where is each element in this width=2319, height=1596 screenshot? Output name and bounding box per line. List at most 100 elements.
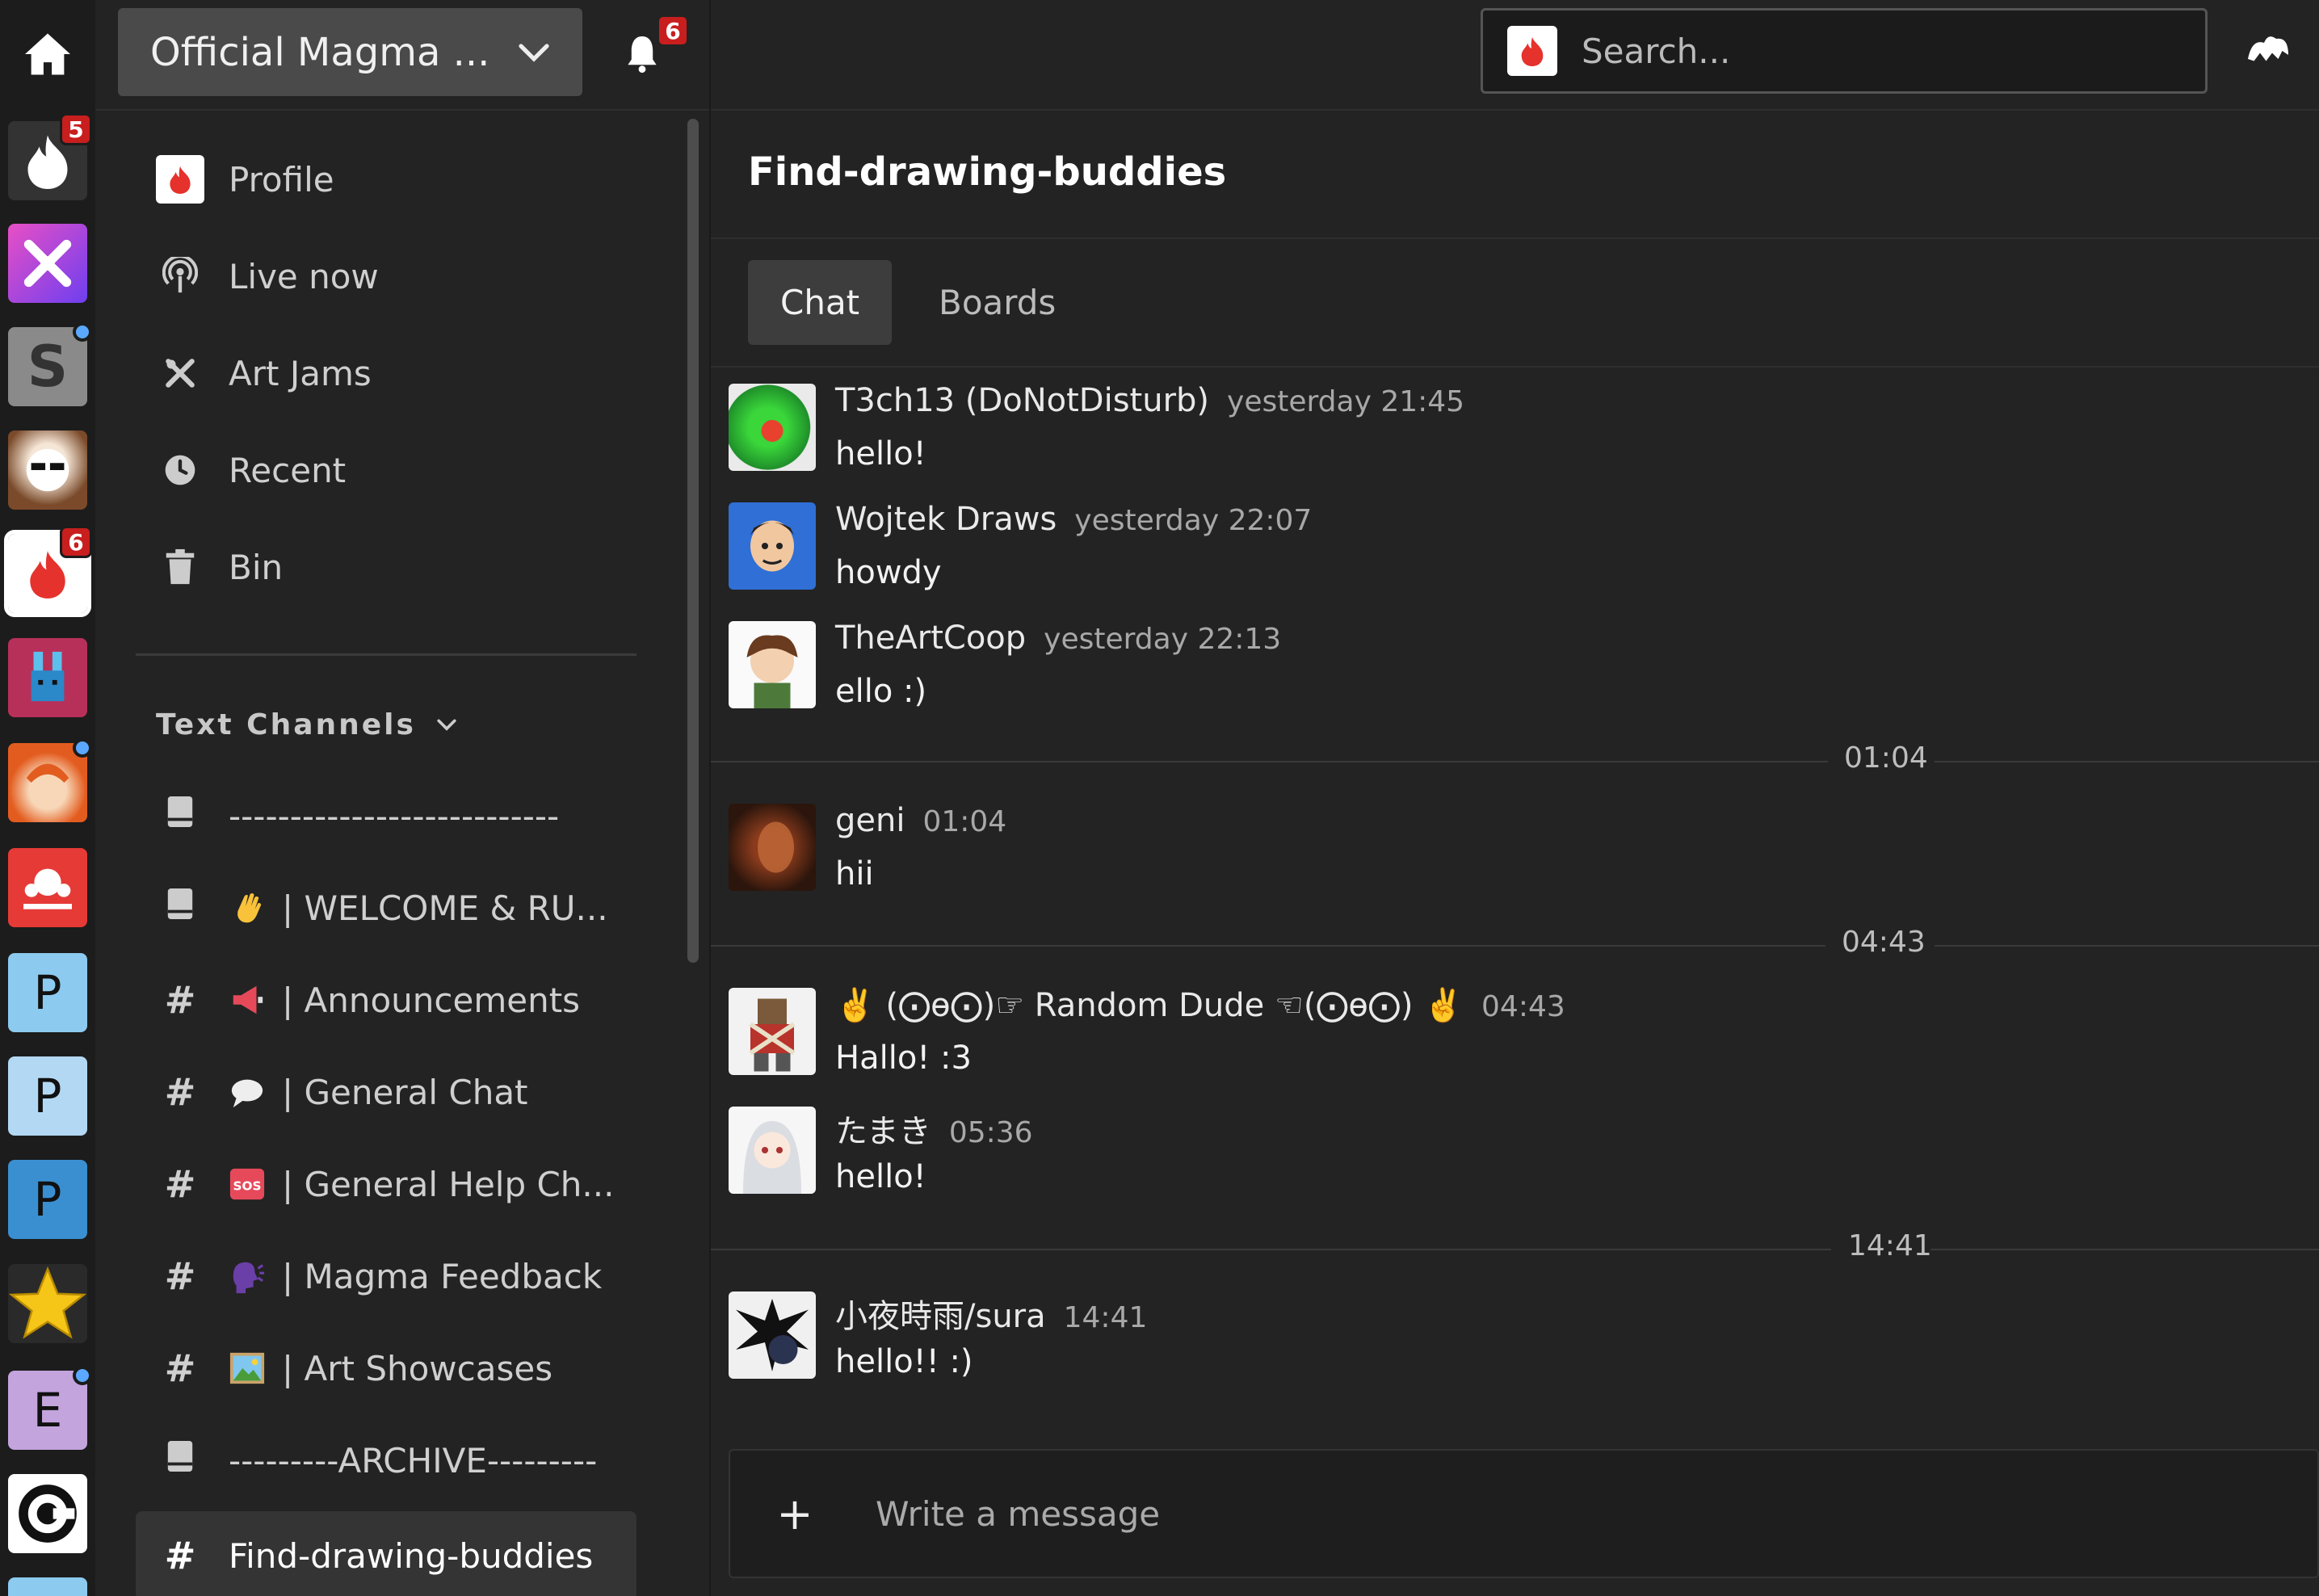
message-author[interactable]: Wojtek Draws [835, 501, 1057, 538]
profile-menu-button[interactable] [2244, 24, 2300, 81]
avatar[interactable] [729, 1107, 816, 1194]
unread-badge: 6 [60, 526, 92, 558]
message-input[interactable] [876, 1493, 2168, 1534]
avatar[interactable] [729, 1292, 816, 1379]
message-text: howdy [835, 554, 942, 591]
server-avatar[interactable] [8, 430, 87, 510]
server-e[interactable]: E [8, 1366, 92, 1450]
message-author[interactable]: 小夜時雨/sura [835, 1298, 1046, 1335]
channel-archive-divider[interactable]: ---------ARCHIVE--------- [136, 1422, 636, 1499]
magma-logo-icon [156, 155, 204, 204]
nav-art-jams[interactable]: Art Jams [156, 337, 372, 410]
pixel-bunny-icon [31, 651, 65, 702]
nav-recent[interactable]: Recent [156, 434, 346, 506]
nav-label: Bin [229, 547, 284, 587]
tab-boards[interactable]: Boards [906, 260, 1088, 345]
channel-general-help[interactable]: # SOS | General Help Ch... [136, 1145, 636, 1223]
star-icon [8, 1266, 87, 1339]
channel-label: Find-drawing-buddies [229, 1535, 594, 1576]
hash-icon: # [164, 1346, 196, 1390]
channel-find-drawing-buddies[interactable]: # Find-drawing-buddies [136, 1511, 636, 1596]
text-channels-header[interactable]: Text Channels [156, 708, 458, 741]
home-button[interactable] [8, 15, 87, 94]
sunglasses-face-icon [26, 448, 69, 492]
book-icon [156, 1438, 204, 1482]
message-author[interactable]: ✌️ (⨀ө⨀)☞ Random Dude ☜(⨀ө⨀) ✌️ [835, 987, 1464, 1024]
tabs-divider [711, 366, 2319, 368]
avatar[interactable] [729, 804, 816, 891]
channel-label: | General Chat [282, 1072, 528, 1112]
channel-label: | WELCOME & RU... [282, 888, 608, 928]
time-separator: 04:43 [711, 926, 2319, 966]
bell-icon [628, 36, 657, 74]
avatar[interactable] [729, 502, 816, 590]
sidebar-scrollbar[interactable] [687, 119, 699, 963]
avatar[interactable] [729, 384, 816, 471]
speech-bubble-icon [231, 1079, 263, 1108]
framed-picture-icon [229, 1352, 265, 1384]
avatar[interactable] [729, 988, 816, 1075]
title-divider [711, 237, 2319, 239]
crossed-tools-icon [23, 239, 72, 288]
channel-announcements[interactable]: # | Announcements [136, 961, 636, 1039]
message-author[interactable]: たまき [835, 1113, 931, 1150]
online-dot [73, 1366, 92, 1385]
avatar[interactable] [729, 621, 816, 708]
channel-divider-top[interactable]: --------------------------- [136, 777, 636, 855]
channel-general-chat[interactable]: # | General Chat [136, 1053, 636, 1131]
clock-icon [156, 446, 204, 494]
message-time: 04:43 [1481, 990, 1565, 1023]
sidebar-divider [136, 653, 636, 656]
server-p-2[interactable]: P [8, 1056, 87, 1136]
message-author[interactable]: TheArtCoop [835, 620, 1026, 657]
server-p-1[interactable]: P [8, 953, 87, 1032]
channel-sidebar: Profile Live now Art Jams Recent Bin Tex… [95, 0, 711, 1596]
message-text: hello! [835, 435, 926, 472]
attach-plus-button[interactable]: + [762, 1489, 827, 1539]
server-partial[interactable] [8, 1577, 87, 1596]
search-bar[interactable] [1481, 8, 2208, 94]
channel-welcome-rules[interactable]: | WELCOME & RU... [136, 869, 636, 947]
magma-logo-icon [1507, 26, 1557, 76]
message: geni 01:04 hii [729, 797, 2304, 894]
search-input[interactable] [1582, 31, 2195, 71]
server-classroom[interactable] [8, 848, 87, 927]
server-bunny[interactable] [8, 638, 87, 717]
trash-icon [156, 543, 204, 591]
message: Wojtek Draws yesterday 22:07 howdy [729, 496, 2304, 593]
message-author[interactable]: geni [835, 802, 905, 839]
server-name: Official Magma ... [150, 29, 490, 75]
server-official-magma[interactable]: 6 [4, 526, 92, 617]
art-tools-icon [156, 349, 204, 397]
home-icon [25, 33, 70, 75]
hash-icon: # [164, 1534, 196, 1577]
server-gray[interactable]: S [8, 322, 92, 406]
chevron-down-icon [519, 43, 549, 62]
server-star[interactable] [8, 1264, 87, 1343]
hash-icon: # [164, 1254, 196, 1298]
channel-art-showcases[interactable]: # | Art Showcases [136, 1329, 636, 1407]
notifications-button[interactable]: 6 [616, 15, 689, 81]
online-dot [73, 738, 92, 758]
message-author[interactable]: T3ch13 (DoNotDisturb) [835, 382, 1209, 419]
message: T3ch13 (DoNotDisturb) yesterday 21:45 hel… [729, 377, 2304, 474]
server-rail: 5 S 6 P P P E [0, 0, 95, 1596]
server-c-logo[interactable] [8, 1474, 87, 1553]
nav-profile[interactable]: Profile [156, 143, 334, 216]
unread-badge: 5 [60, 113, 92, 145]
c-ring-logo-icon [19, 1485, 77, 1543]
classroom-logo-icon [23, 868, 72, 909]
online-dot [73, 322, 92, 342]
sos-icon: SOS [229, 1168, 265, 1200]
server-anime[interactable] [8, 738, 92, 822]
nav-live-now[interactable]: Live now [156, 240, 379, 313]
channel-magma-feedback[interactable]: # | Magma Feedback [136, 1237, 636, 1315]
tab-chat[interactable]: Chat [748, 260, 893, 345]
server-art-jam[interactable] [8, 224, 87, 303]
server-magma-app[interactable]: 5 [8, 113, 92, 200]
nav-bin[interactable]: Bin [156, 531, 283, 603]
server-selector[interactable]: Official Magma ... [118, 8, 582, 96]
nav-label: Live now [229, 256, 379, 296]
server-p-3[interactable]: P [8, 1160, 87, 1239]
channel-title: Find-drawing-buddies [748, 149, 1227, 195]
